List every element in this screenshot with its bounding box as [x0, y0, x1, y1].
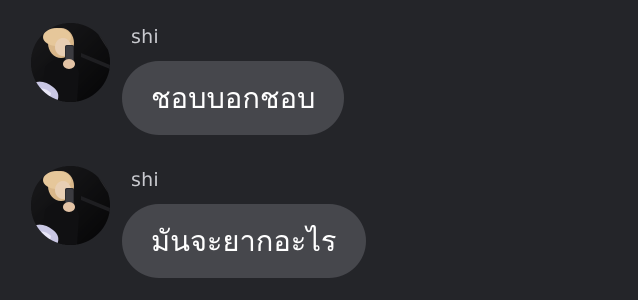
message-bubble[interactable]: มันจะยากอะไร [122, 204, 366, 278]
message-group: shi ชอบบอกชอบ [0, 0, 638, 150]
avatar-photo [31, 166, 110, 245]
sender-name: shi [131, 26, 159, 48]
message-bubble[interactable]: ชอบบอกชอบ [122, 61, 345, 135]
avatar-photo [31, 23, 110, 102]
sender-avatar[interactable] [31, 23, 110, 102]
sender-name: shi [131, 169, 159, 191]
sender-avatar[interactable] [31, 166, 110, 245]
message-group: shi มันจะยากอะไร [0, 150, 638, 300]
